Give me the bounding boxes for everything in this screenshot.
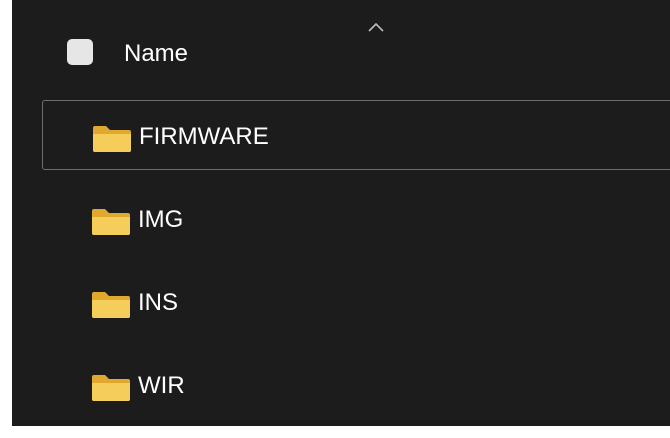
- list-item-wir[interactable]: WIR: [42, 350, 670, 420]
- file-explorer-pane: Name FIRMWARE IMG INS WIR: [12, 0, 670, 426]
- list-item-label: FIRMWARE: [139, 123, 269, 150]
- folder-icon: [92, 292, 130, 318]
- folder-icon: [93, 126, 131, 152]
- list-item-label: INS: [138, 289, 179, 316]
- folder-icon: [92, 375, 130, 401]
- column-header-row: Name: [12, 28, 670, 78]
- list-item-label: WIR: [138, 372, 185, 399]
- list-item-label: IMG: [138, 206, 184, 233]
- folder-icon: [92, 209, 130, 235]
- list-item-firmware[interactable]: FIRMWARE: [42, 100, 670, 170]
- list-item-ins[interactable]: INS: [42, 267, 670, 337]
- select-all-checkbox[interactable]: [67, 39, 93, 65]
- column-header-name[interactable]: Name: [124, 40, 188, 68]
- list-item-img[interactable]: IMG: [42, 184, 670, 254]
